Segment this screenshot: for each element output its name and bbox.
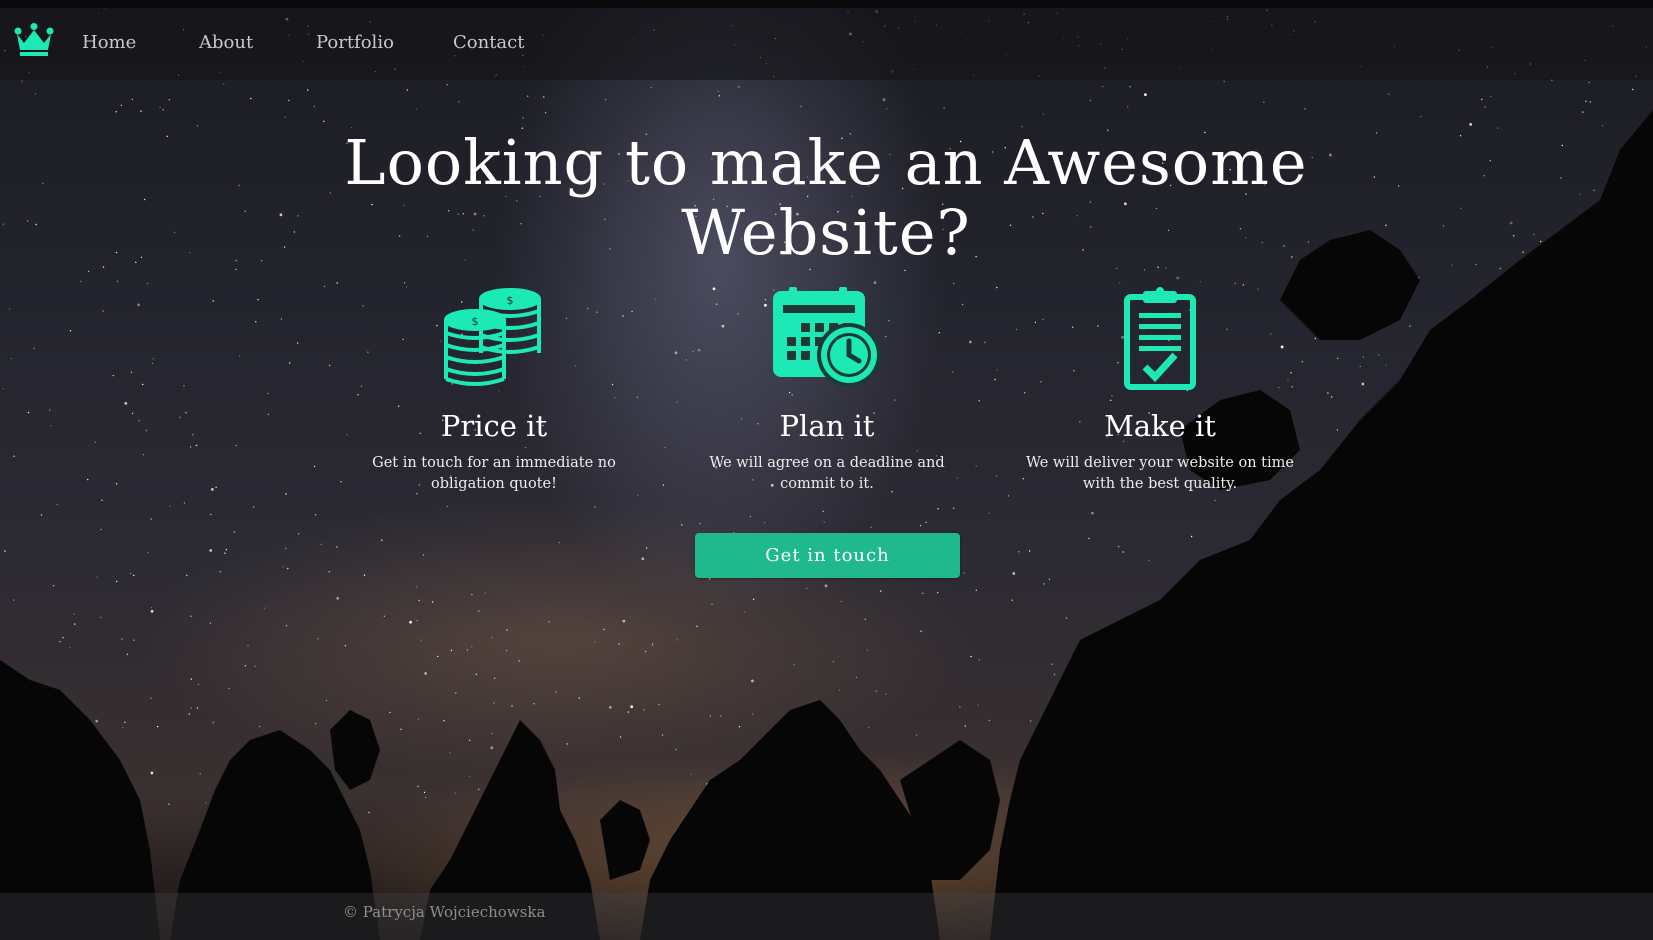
hero-title: Looking to make an Awesome Website? [226,128,1426,268]
svg-text:$: $ [472,315,479,328]
feature-make-title: Make it [1104,409,1216,443]
get-in-touch-button[interactable]: Get in touch [695,533,960,578]
nav-portfolio[interactable]: Portfolio [316,32,394,53]
feature-plan-text: We will agree on a deadline and commit t… [709,455,945,492]
hero-title-line2: Website? [681,196,971,269]
coins-icon: $ $ [444,288,541,386]
feature-price-text: Get in touch for an immediate no obligat… [372,455,616,492]
svg-text:$: $ [507,294,514,307]
footer-copyright: © Patrycja Wojciechowska [343,903,546,921]
nav-about[interactable]: About [199,32,253,53]
nav-contact[interactable]: Contact [453,32,524,53]
top-strip [0,0,1653,8]
crown-icon[interactable] [14,23,54,57]
feature-plan: Plan it We will agree on a deadline and … [677,287,977,495]
hero-title-line1: Looking to make an Awesome [344,126,1308,199]
navbar: Home About Portfolio Contact [0,8,1653,80]
footer: © Patrycja Wojciechowska [0,893,1653,940]
feature-price: $ $ Price it Get in touch for an immedia… [344,287,644,495]
calendar-clock-icon [773,287,881,387]
feature-make: Make it We will deliver your website on … [1010,287,1310,495]
nav-home[interactable]: Home [82,32,136,53]
page: Home About Portfolio Contact Looking to … [0,0,1653,940]
feature-plan-title: Plan it [779,409,875,443]
feature-make-text: We will deliver your website on time wit… [1026,455,1294,492]
clipboard-check-icon [1124,287,1196,390]
feature-price-title: Price it [440,409,548,443]
